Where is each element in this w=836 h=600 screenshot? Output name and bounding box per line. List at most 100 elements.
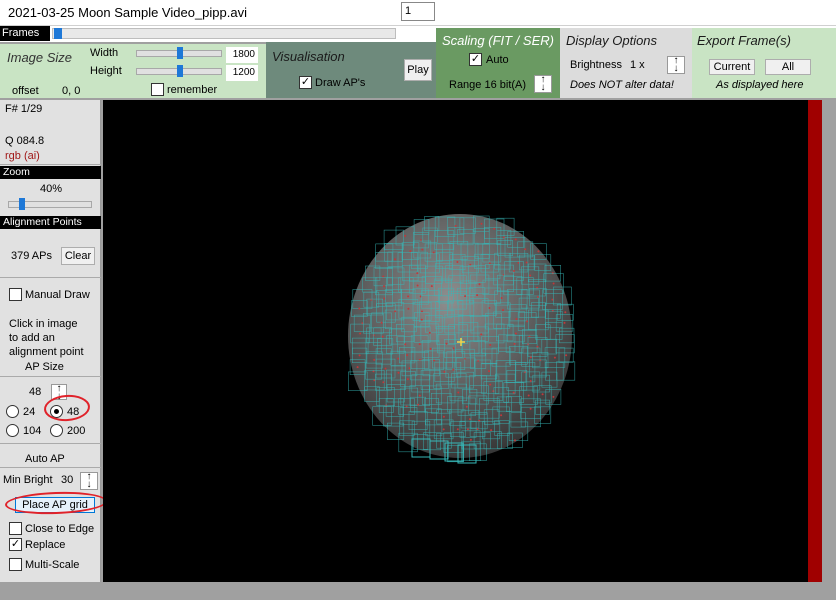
ap-point bbox=[469, 438, 472, 441]
ap-count: 379 APs bbox=[11, 250, 52, 262]
ap-point bbox=[452, 347, 455, 350]
remember-checkbox[interactable] bbox=[151, 83, 164, 96]
min-bright-spinner-icon[interactable]: ↑ ↓ bbox=[80, 472, 98, 490]
image-size-panel: Image Size Width Height 1800 1200 offset… bbox=[0, 44, 266, 98]
frame-number-input[interactable]: 1 bbox=[401, 2, 435, 21]
export-all-button[interactable]: All bbox=[765, 59, 811, 75]
image-size-heading: Image Size bbox=[7, 50, 73, 65]
ap-point bbox=[514, 332, 517, 335]
ap-point bbox=[464, 295, 467, 298]
clear-aps-button[interactable]: Clear bbox=[61, 247, 95, 265]
ap-point bbox=[529, 356, 532, 359]
offset-value: 0, 0 bbox=[62, 85, 81, 97]
ap-point bbox=[397, 371, 400, 374]
image-viewport[interactable] bbox=[103, 100, 808, 582]
height-value[interactable]: 1200 bbox=[226, 65, 258, 81]
width-slider-thumb[interactable] bbox=[177, 47, 183, 59]
zoom-heading: Zoom bbox=[0, 166, 101, 179]
export-heading: Export Frame(s) bbox=[697, 33, 791, 48]
ap-point bbox=[529, 407, 532, 410]
ap-point bbox=[418, 343, 421, 346]
export-current-button[interactable]: Current bbox=[709, 59, 755, 75]
multi-scale-checkbox[interactable] bbox=[9, 558, 22, 571]
ap-point bbox=[454, 225, 457, 227]
ap-point bbox=[489, 383, 492, 386]
ap-point bbox=[404, 343, 407, 346]
play-button[interactable]: Play bbox=[404, 59, 432, 81]
ap-point bbox=[476, 294, 479, 297]
ap-size-radio-104[interactable] bbox=[6, 424, 19, 437]
ap-point bbox=[512, 391, 515, 394]
ap-point bbox=[373, 358, 376, 361]
ap-point bbox=[541, 393, 544, 396]
ap-point bbox=[502, 236, 505, 239]
ap-point bbox=[358, 354, 361, 357]
ap-size-radio-200[interactable] bbox=[50, 424, 63, 437]
auto-scaling-label: Auto bbox=[486, 54, 509, 66]
scaling-heading: Scaling (FIT / SER) bbox=[442, 33, 554, 48]
ap-point bbox=[502, 309, 504, 312]
replace-checkbox[interactable]: ✓ bbox=[9, 538, 22, 551]
ap-point bbox=[551, 309, 554, 312]
close-to-edge-checkbox[interactable] bbox=[9, 522, 22, 535]
ap-point bbox=[529, 380, 532, 382]
moon-image[interactable] bbox=[103, 100, 808, 582]
manual-draw-label: Manual Draw bbox=[25, 289, 90, 301]
zoom-slider-thumb[interactable] bbox=[19, 198, 25, 210]
ap-size-label: AP Size bbox=[25, 361, 64, 373]
range-label: Range 16 bit(A) bbox=[449, 79, 527, 91]
offset-label: offset bbox=[12, 85, 39, 97]
auto-scaling-checkbox[interactable]: ✓ bbox=[469, 53, 482, 66]
visualisation-heading: Visualisation bbox=[272, 49, 345, 64]
ap-point bbox=[380, 321, 383, 324]
ap-point bbox=[552, 282, 555, 285]
width-label: Width bbox=[90, 47, 119, 59]
divider bbox=[0, 164, 101, 165]
frames-slider-thumb[interactable] bbox=[54, 28, 62, 39]
ap-point bbox=[515, 318, 518, 320]
height-slider[interactable] bbox=[136, 65, 222, 77]
display-options-heading: Display Options bbox=[566, 33, 658, 48]
min-bright-value: 30 bbox=[61, 474, 74, 486]
ap-point bbox=[382, 275, 385, 278]
ap-point bbox=[429, 347, 432, 350]
close-to-edge-label: Close to Edge bbox=[25, 523, 95, 535]
ap-point bbox=[536, 296, 539, 298]
frames-slider[interactable] bbox=[52, 28, 396, 39]
manual-draw-checkbox[interactable] bbox=[9, 288, 22, 301]
ap-point bbox=[513, 342, 516, 345]
ap-size-option-24: 24 bbox=[23, 406, 36, 418]
ap-point bbox=[488, 262, 491, 265]
zoom-slider[interactable] bbox=[8, 198, 92, 210]
histogram-bar bbox=[808, 100, 822, 582]
ap-point bbox=[514, 238, 517, 241]
hint-line-1: Click in image bbox=[9, 318, 78, 330]
ap-point bbox=[421, 248, 424, 251]
frames-label: Frames bbox=[0, 26, 50, 41]
height-slider-thumb[interactable] bbox=[177, 65, 183, 77]
ap-point bbox=[420, 318, 423, 321]
ap-point bbox=[488, 307, 491, 309]
range-spinner-icon[interactable]: ↑ ↓ bbox=[534, 75, 552, 93]
draw-aps-checkbox[interactable]: ✓ bbox=[299, 76, 312, 89]
ap-point bbox=[480, 333, 483, 336]
ap-point bbox=[526, 320, 529, 323]
ap-point bbox=[418, 394, 421, 397]
ap-point bbox=[430, 285, 433, 288]
quality-value: Q 084.8 bbox=[5, 135, 45, 147]
width-slider[interactable] bbox=[136, 47, 222, 59]
ap-size-value: 48 bbox=[29, 386, 42, 398]
ap-point bbox=[394, 310, 397, 313]
ap-point bbox=[404, 234, 407, 237]
ap-point bbox=[553, 356, 556, 359]
ap-size-radio-24[interactable] bbox=[6, 405, 19, 418]
ap-point bbox=[381, 335, 384, 338]
remember-label: remember bbox=[167, 84, 218, 96]
ap-point bbox=[356, 366, 359, 369]
hint-line-3: alignment point bbox=[9, 346, 84, 358]
panel-edge bbox=[822, 100, 836, 582]
frame-counter: F# 1/29 bbox=[5, 103, 43, 115]
brightness-spinner-icon[interactable]: ↑ ↓ bbox=[667, 56, 685, 74]
min-bright-label: Min Bright bbox=[3, 474, 53, 486]
width-value[interactable]: 1800 bbox=[226, 47, 258, 63]
